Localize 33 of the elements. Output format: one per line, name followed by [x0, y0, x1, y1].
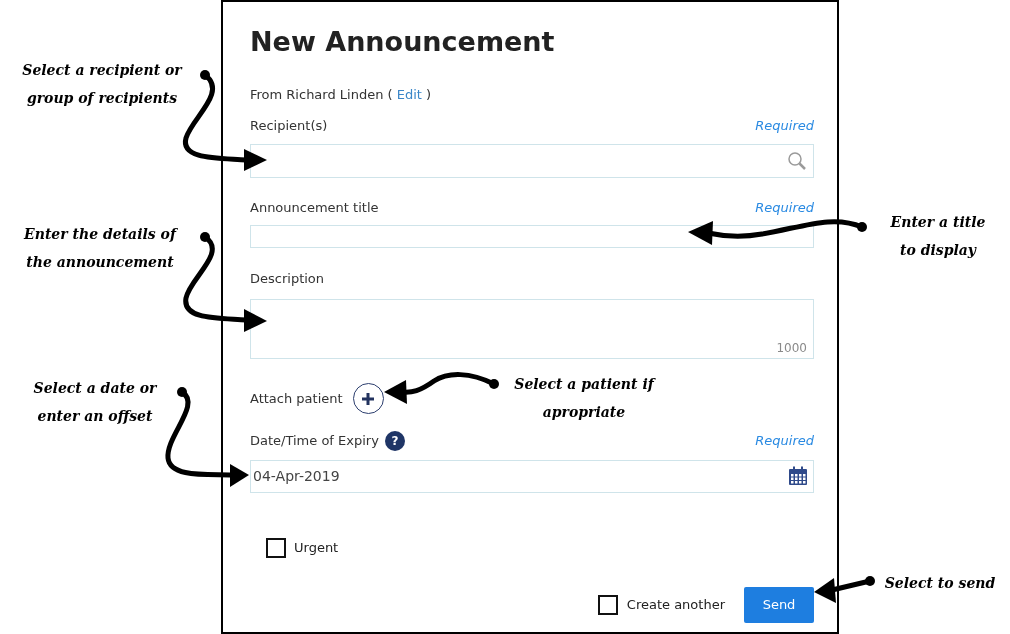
- checkbox[interactable]: [266, 537, 286, 558]
- field-label: Recipient(s): [250, 117, 328, 135]
- callout-text: Select a date or enter an offset: [32, 379, 158, 426]
- field-label: Announcement title: [250, 198, 379, 217]
- required-label: Required: [755, 117, 814, 135]
- attach-patient-label: Attach patient: [250, 389, 343, 408]
- expiry-date-field[interactable]: 04-Apr-2019: [250, 459, 814, 493]
- callout-text: Select a recipient or group of recipients: [21, 61, 184, 108]
- field-label: Date/Time of Expiry: [250, 431, 379, 450]
- callout-text: Select to send: [883, 574, 997, 593]
- callout-text: Select a patient if apropriate: [513, 375, 657, 422]
- field-label: Description: [250, 270, 325, 288]
- add-patient-button[interactable]: [352, 383, 384, 414]
- plus-icon: [360, 390, 377, 407]
- date-value: 04-Apr-2019: [253, 466, 340, 486]
- recipient-search-field[interactable]: [250, 143, 814, 178]
- required-label: Required: [755, 431, 814, 450]
- callout-text: Enter a title to display: [889, 213, 987, 260]
- help-icon[interactable]: ?: [384, 430, 405, 451]
- sender-line: From Richard Linden ( Edit ): [250, 86, 433, 104]
- send-button[interactable]: Send: [744, 586, 814, 623]
- checkbox[interactable]: [597, 594, 618, 615]
- edit-link[interactable]: Edit: [396, 87, 422, 102]
- description-field[interactable]: 1000: [250, 298, 814, 359]
- character-counter: 1000: [776, 339, 807, 357]
- required-label: Required: [755, 198, 814, 217]
- title-input-field[interactable]: [250, 225, 814, 248]
- dialog-title: New Announcement: [250, 25, 556, 59]
- checkbox-label: Urgent: [294, 538, 339, 557]
- search-icon: [787, 150, 807, 171]
- callout-text: Enter the details of the announcement: [22, 225, 179, 272]
- calendar-icon: [788, 466, 808, 486]
- checkbox-label: Create another: [626, 595, 725, 614]
